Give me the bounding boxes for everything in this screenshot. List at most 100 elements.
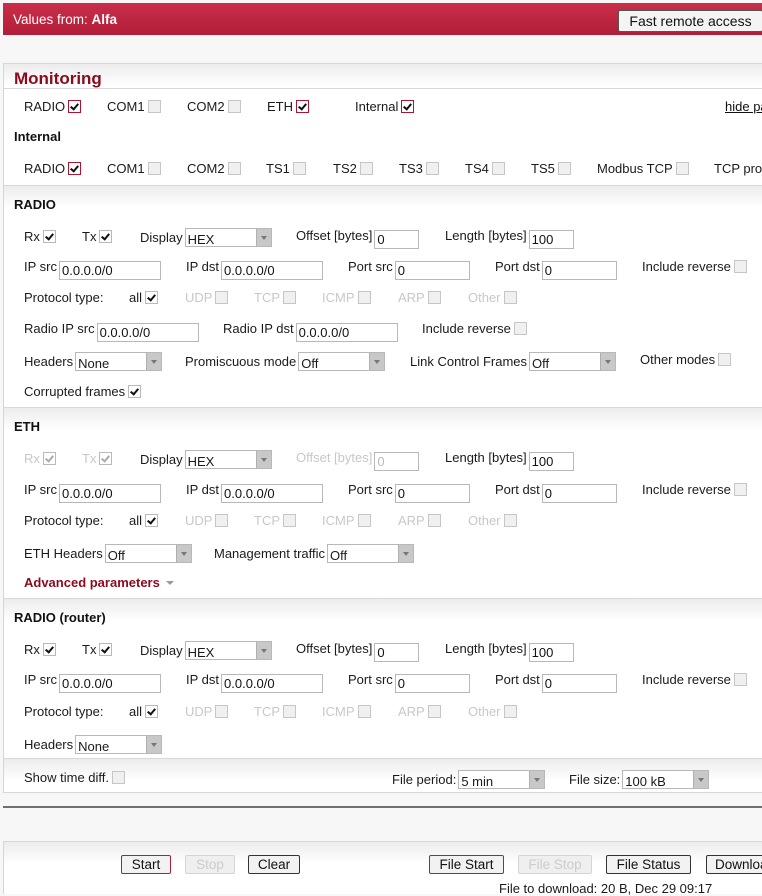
internal-ts1-checkbox[interactable] xyxy=(292,162,306,175)
router-include-reverse-checkbox[interactable] xyxy=(733,673,747,686)
internal-modbus-tcp-checkbox[interactable] xyxy=(675,162,689,175)
eth-proto-all[interactable]: all xyxy=(129,513,159,528)
values-from-label: Values from: xyxy=(13,12,88,27)
radio-include-reverse[interactable]: Include reverse xyxy=(642,259,747,274)
monitor-radio[interactable]: RADIO xyxy=(24,99,82,114)
internal-com1-checkbox[interactable] xyxy=(147,162,161,175)
eth-port-dst-input[interactable]: 0 xyxy=(541,484,617,503)
radio-link-control-select[interactable]: Off xyxy=(529,352,617,371)
radio-include-reverse-checkbox[interactable] xyxy=(733,260,747,273)
internal-ts4-checkbox[interactable] xyxy=(491,162,505,175)
radio-corrupted-frames[interactable]: Corrupted frames xyxy=(24,384,142,399)
router-tx-checkbox[interactable] xyxy=(99,643,113,656)
radio-length-input[interactable]: 100 xyxy=(528,230,574,249)
monitor-com2[interactable]: COM2 xyxy=(187,99,241,114)
radio-other-modes-checkbox[interactable] xyxy=(718,353,732,366)
radio-radio-ip-dst-input[interactable]: 0.0.0.0/0 xyxy=(295,323,398,342)
hide-panel-link[interactable]: hide pa xyxy=(725,99,762,114)
router-port-dst-input[interactable]: 0 xyxy=(541,674,617,693)
show-time-diff[interactable]: Show time diff. xyxy=(24,770,126,785)
internal-ts2-checkbox[interactable] xyxy=(359,162,373,175)
radio-offset-input[interactable]: 0 xyxy=(374,230,420,249)
radio-port-src-input[interactable]: 0 xyxy=(394,261,470,280)
internal-tcp-proxy[interactable]: TCP pro xyxy=(714,161,762,176)
router-include-reverse[interactable]: Include reverse xyxy=(642,672,747,687)
radio-proto-arp-label: ARP xyxy=(398,290,425,305)
monitor-com1-checkbox[interactable] xyxy=(147,100,161,113)
router-offset-input[interactable]: 0 xyxy=(374,643,420,662)
radio-corrupted-frames-checkbox[interactable] xyxy=(128,385,142,398)
eth-include-reverse[interactable]: Include reverse xyxy=(642,482,747,497)
eth-management-traffic-select[interactable]: Off xyxy=(327,544,415,563)
router-rx[interactable]: Rx xyxy=(24,642,56,657)
radio-radio-include-reverse-checkbox[interactable] xyxy=(513,322,527,335)
clear-button[interactable]: Clear xyxy=(248,855,300,874)
radio-display-select[interactable]: HEX xyxy=(184,228,272,247)
show-time-diff-checkbox[interactable] xyxy=(112,771,126,784)
router-headers-select[interactable]: None xyxy=(75,735,163,754)
internal-radio-checkbox[interactable] xyxy=(68,162,82,175)
internal-ts5-checkbox[interactable] xyxy=(557,162,571,175)
monitor-eth-checkbox[interactable] xyxy=(296,100,309,113)
start-button[interactable]: Start xyxy=(121,855,171,874)
router-headers-label: Headers xyxy=(24,737,74,752)
file-size-select[interactable]: 100 kB xyxy=(622,770,710,789)
radio-link-control-value: Off xyxy=(532,356,550,371)
monitor-internal-checkbox[interactable] xyxy=(401,100,415,113)
router-proto-all-checkbox[interactable] xyxy=(145,705,159,718)
download-button[interactable]: Downloa xyxy=(706,855,762,874)
radio-radio-include-reverse[interactable]: Include reverse xyxy=(422,321,527,336)
file-status-button[interactable]: File Status xyxy=(606,855,691,874)
eth-port-src-input[interactable]: 0 xyxy=(394,484,470,503)
eth-ip-dst-input[interactable]: 0.0.0.0/0 xyxy=(221,484,324,503)
internal-ts3-checkbox[interactable] xyxy=(425,162,439,175)
radio-ip-dst-input[interactable]: 0.0.0.0/0 xyxy=(221,261,324,280)
eth-headers-select[interactable]: Off xyxy=(104,544,192,563)
internal-com2-checkbox[interactable] xyxy=(227,162,241,175)
router-rx-checkbox[interactable] xyxy=(42,643,56,656)
eth-include-reverse-checkbox[interactable] xyxy=(733,483,747,496)
router-tx[interactable]: Tx xyxy=(82,642,113,657)
radio-tx[interactable]: Tx xyxy=(82,229,113,244)
show-time-diff-label: Show time diff. xyxy=(24,770,110,785)
eth-proto-all-checkbox[interactable] xyxy=(145,514,159,527)
internal-com2[interactable]: COM2 xyxy=(187,161,241,176)
radio-radio-ip-src-input[interactable]: 0.0.0.0/0 xyxy=(96,323,199,342)
internal-ts5[interactable]: TS5 xyxy=(531,161,571,176)
eth-length-input[interactable]: 100 xyxy=(528,452,574,471)
internal-com1[interactable]: COM1 xyxy=(107,161,161,176)
eth-display-select[interactable]: HEX xyxy=(184,450,272,469)
internal-ts4[interactable]: TS4 xyxy=(465,161,505,176)
radio-rx-checkbox[interactable] xyxy=(42,230,56,243)
radio-rx[interactable]: Rx xyxy=(24,229,56,244)
router-display-select[interactable]: HEX xyxy=(184,641,272,660)
internal-modbus-tcp[interactable]: Modbus TCP xyxy=(597,161,689,176)
file-start-button[interactable]: File Start xyxy=(429,855,504,874)
fast-remote-access-button[interactable]: Fast remote access xyxy=(618,10,762,32)
radio-tx-checkbox[interactable] xyxy=(99,230,113,243)
internal-ts2[interactable]: TS2 xyxy=(333,161,373,176)
router-proto-all[interactable]: all xyxy=(129,704,159,719)
internal-ts3[interactable]: TS3 xyxy=(399,161,439,176)
monitor-internal[interactable]: Internal xyxy=(355,99,415,114)
internal-ts1[interactable]: TS1 xyxy=(266,161,306,176)
radio-promiscuous-select[interactable]: Off xyxy=(298,352,386,371)
monitor-eth[interactable]: ETH xyxy=(267,99,309,114)
monitor-com2-checkbox[interactable] xyxy=(227,100,241,113)
monitor-radio-checkbox[interactable] xyxy=(68,100,82,113)
radio-ip-src-input[interactable]: 0.0.0.0/0 xyxy=(59,261,161,280)
radio-other-modes[interactable]: Other modes xyxy=(640,352,732,367)
radio-proto-all[interactable]: all xyxy=(129,290,159,305)
router-length-input[interactable]: 100 xyxy=(528,643,574,662)
radio-proto-all-checkbox[interactable] xyxy=(145,291,159,304)
radio-port-dst-input[interactable]: 0 xyxy=(541,261,617,280)
internal-radio[interactable]: RADIO xyxy=(24,161,82,176)
radio-headers-select[interactable]: None xyxy=(75,352,163,371)
advanced-parameters-toggle[interactable]: Advanced parameters xyxy=(24,575,174,590)
eth-ip-src-input[interactable]: 0.0.0.0/0 xyxy=(59,484,161,503)
router-port-src-input[interactable]: 0 xyxy=(394,674,470,693)
router-ip-dst-input[interactable]: 0.0.0.0/0 xyxy=(221,674,324,693)
file-period-select[interactable]: 5 min xyxy=(458,770,546,789)
monitor-com1[interactable]: COM1 xyxy=(107,99,161,114)
router-ip-src-input[interactable]: 0.0.0.0/0 xyxy=(59,674,161,693)
